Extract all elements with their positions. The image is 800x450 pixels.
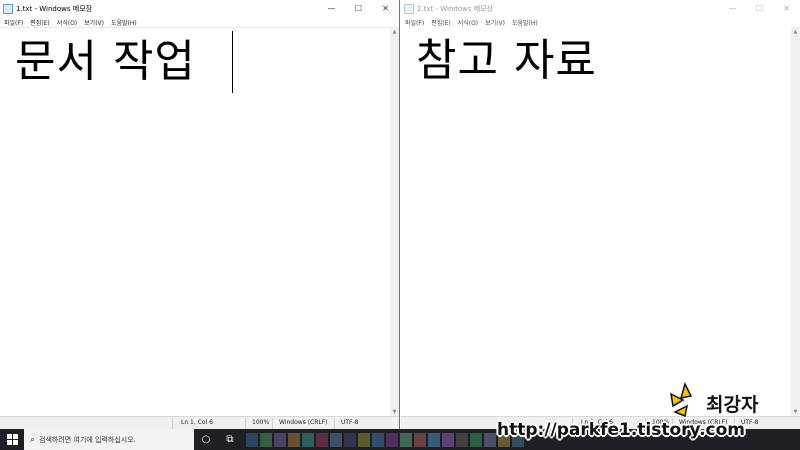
menu-format[interactable]: 서식(O) [57,18,77,27]
window-title: 2.txt - Windows 메모장 [417,4,494,13]
close-icon[interactable]: ✕ [372,0,399,17]
taskbar-app-icon[interactable] [470,432,482,447]
editor-content[interactable]: 참고 자료 [416,33,597,89]
minimize-icon[interactable]: — [318,0,345,17]
cursor-position: Ln 1, Col 6 [181,419,213,426]
watermark-url: http://parkfe1.tistory.com [497,420,745,440]
taskbar-app-icon[interactable] [288,432,300,447]
scroll-down-icon[interactable]: ▼ [390,407,399,416]
start-button[interactable] [0,429,24,450]
title-bar[interactable]: 2.txt - Windows 메모장 — ☐ ✕ [401,0,800,17]
window-controls: — ☐ ✕ [719,0,800,17]
taskbar-app-icon[interactable] [442,432,454,447]
search-icon: ⌕ [30,434,36,445]
taskbar-app-icon[interactable] [428,432,440,447]
text-caret [232,31,233,93]
vertical-scrollbar[interactable]: ▲ ▼ [791,27,800,416]
title-bar[interactable]: 1.txt - Windows 메모장 — ☐ ✕ [0,0,399,17]
taskbar-app-icon[interactable] [344,432,356,447]
encoding: UTF-8 [341,419,359,426]
taskbar-app-icon[interactable] [414,432,426,447]
window-controls: — ☐ ✕ [318,0,399,17]
taskbar-pinned-apps [246,429,526,450]
menu-view[interactable]: 보기(V) [84,18,104,27]
notepad-icon [404,3,414,14]
taskbar-app-icon[interactable] [316,432,328,447]
scroll-down-icon[interactable]: ▼ [791,407,800,416]
desktop: 1.txt - Windows 메모장 — ☐ ✕ 파일(F) 편집(E) 서식… [0,0,800,450]
status-separator [172,418,173,429]
status-separator [272,418,273,429]
menu-edit[interactable]: 편집(E) [431,18,451,27]
menu-file[interactable]: 파일(F) [4,18,23,27]
notepad-window-2: 2.txt - Windows 메모장 — ☐ ✕ 파일(F) 편집(E) 서식… [401,0,800,429]
taskbar-app-icon[interactable] [372,432,384,447]
window-title: 1.txt - Windows 메모장 [16,4,93,13]
taskbar-app-icon[interactable] [358,432,370,447]
status-separator [334,418,335,429]
line-ending: Windows (CRLF) [279,419,328,426]
notepad-icon [3,3,13,14]
menu-bar: 파일(F) 편집(E) 서식(O) 보기(V) 도움말(H) [0,17,399,27]
menu-view[interactable]: 보기(V) [485,18,505,27]
notepad-window-1: 1.txt - Windows 메모장 — ☐ ✕ 파일(F) 편집(E) 서식… [0,0,400,429]
taskbar-search-box[interactable]: ⌕ 검색하려면 여기에 입력하십시오. [24,429,194,450]
scroll-up-icon[interactable]: ▲ [390,27,399,36]
taskbar-app-icon[interactable] [302,432,314,447]
maximize-icon[interactable]: ☐ [746,0,773,17]
burst-logo-icon [670,381,693,418]
menu-bar: 파일(F) 편집(E) 서식(O) 보기(V) 도움말(H) [401,17,800,27]
cortana-icon[interactable]: ○ [194,429,218,450]
status-separator [245,418,246,429]
taskbar-app-icon[interactable] [274,432,286,447]
close-icon[interactable]: ✕ [773,0,800,17]
menu-format[interactable]: 서식(O) [458,18,478,27]
text-editor[interactable]: 문서 작업 [0,27,390,416]
status-bar: Ln 1, Col 6 100% Windows (CRLF) UTF-8 [0,416,399,429]
maximize-icon[interactable]: ☐ [345,0,372,17]
editor-content[interactable]: 문서 작업 [15,34,196,90]
vertical-scrollbar[interactable]: ▲ ▼ [390,27,399,416]
taskbar-app-icon[interactable] [260,432,272,447]
taskbar-app-icon[interactable] [386,432,398,447]
watermark-name: 최강자 [706,394,759,416]
text-editor[interactable]: 참고 자료 [401,27,791,416]
scroll-up-icon[interactable]: ▲ [791,27,800,36]
menu-file[interactable]: 파일(F) [405,18,424,27]
menu-help[interactable]: 도움말(H) [111,18,137,27]
taskbar-app-icon[interactable] [246,432,258,447]
taskbar-app-icon[interactable] [456,432,468,447]
windows-logo-icon [6,434,18,445]
taskbar-app-icon[interactable] [330,432,342,447]
minimize-icon[interactable]: — [719,0,746,17]
menu-help[interactable]: 도움말(H) [512,18,538,27]
taskbar-app-icon[interactable] [484,432,496,447]
zoom-level: 100% [252,419,270,426]
menu-edit[interactable]: 편집(E) [30,18,50,27]
task-view-icon[interactable]: ⧉ [218,429,242,450]
taskbar-app-icon[interactable] [400,432,412,447]
search-placeholder: 검색하려면 여기에 입력하십시오. [39,435,136,444]
